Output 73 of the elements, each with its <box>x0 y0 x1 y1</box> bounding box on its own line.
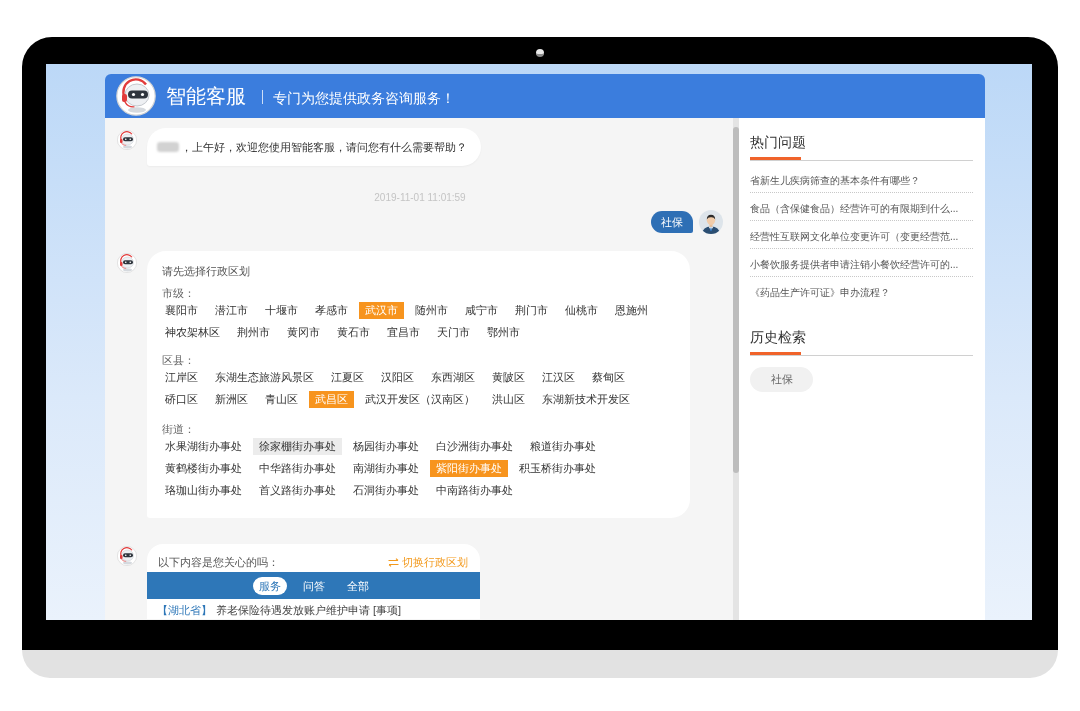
region-tag-link[interactable]: 【湖北省】 <box>157 603 212 617</box>
region-option[interactable]: 石洞街办事处 <box>347 481 425 499</box>
region-option[interactable]: 襄阳市 <box>159 301 204 319</box>
region-option[interactable]: 积玉桥街办事处 <box>513 459 602 477</box>
region-option[interactable]: 洪山区 <box>486 390 531 408</box>
region-level-label: 区县： <box>162 354 195 366</box>
region-option[interactable]: 荆州市 <box>231 323 276 341</box>
region-option[interactable]: 中南路街办事处 <box>430 481 519 499</box>
region-option[interactable]: 江夏区 <box>325 368 370 386</box>
user-avatar-icon <box>699 210 723 234</box>
region-option[interactable]: 汉阳区 <box>375 368 420 386</box>
region-option[interactable]: 南湖街办事处 <box>347 459 425 477</box>
region-option[interactable]: 首义路街办事处 <box>253 481 342 499</box>
region-option[interactable]: 恩施州 <box>609 301 654 319</box>
robot-logo-icon <box>116 76 156 116</box>
region-option[interactable]: 蔡甸区 <box>586 368 631 386</box>
region-option[interactable]: 青山区 <box>259 390 304 408</box>
hot-question-link[interactable]: 《药品生产许可证》申办流程？ <box>750 277 973 304</box>
app-subtitle: 专门为您提供政务咨询服务！ <box>273 88 455 107</box>
section-title: 热门问题 <box>750 133 806 152</box>
region-prompt-text: 请先选择行政区划 <box>162 264 250 279</box>
region-option[interactable]: 黄鹤楼街办事处 <box>159 459 248 477</box>
hot-question-link[interactable]: 食品（含保健食品）经营许可的有限期到什么... <box>750 193 973 220</box>
hot-question-link[interactable]: 经营性互联网文化单位变更许可（变更经营范... <box>750 221 973 248</box>
greeting-text: ，上午好，欢迎您使用智能客服，请问您有什么需要帮助？ <box>181 140 467 155</box>
region-option[interactable]: 江岸区 <box>159 368 204 386</box>
region-option[interactable]: 鄂州市 <box>481 323 526 341</box>
region-option[interactable]: 宜昌市 <box>381 323 426 341</box>
robot-avatar-icon <box>117 130 137 150</box>
scrollbar-thumb[interactable] <box>733 127 739 473</box>
category-tab[interactable]: 服务 <box>252 576 287 595</box>
category-tab[interactable]: 问答 <box>296 576 331 595</box>
section-title: 历史检索 <box>750 328 806 347</box>
user-message: 社保 <box>651 211 693 233</box>
suggestion-link[interactable]: 养老保险待遇发放账户维护申请 [事项] <box>216 603 402 617</box>
region-option[interactable]: 东西湖区 <box>425 368 481 386</box>
region-option[interactable]: 粮道街办事处 <box>524 437 602 455</box>
region-option[interactable]: 咸宁市 <box>459 301 504 319</box>
suggestion-prompt-text: 以下内容是您关心的吗： <box>158 555 279 570</box>
hot-question-link[interactable]: 省新生儿疾病筛查的基本条件有哪些？ <box>750 165 973 192</box>
region-option[interactable]: 东湖新技术开发区 <box>536 390 636 408</box>
hot-question-link[interactable]: 小餐饮服务提供者申请注销小餐饮经营许可的... <box>750 249 973 276</box>
region-option[interactable]: 黄石市 <box>331 323 376 341</box>
region-option[interactable]: 天门市 <box>431 323 476 341</box>
region-option[interactable]: 十堰市 <box>259 301 304 319</box>
region-option[interactable]: 珞珈山街办事处 <box>159 481 248 499</box>
swap-arrows-icon <box>388 557 399 567</box>
region-level-label: 市级： <box>162 287 195 299</box>
region-option[interactable]: 潜江市 <box>209 301 254 319</box>
history-chip[interactable]: 社保 <box>750 367 813 392</box>
region-option[interactable]: 黄陂区 <box>486 368 531 386</box>
robot-avatar-icon <box>117 253 137 273</box>
region-option[interactable]: 白沙洲街办事处 <box>430 437 519 455</box>
app-title: 智能客服 <box>166 84 246 108</box>
region-option[interactable]: 孝感市 <box>309 301 354 319</box>
region-option[interactable]: 随州市 <box>409 301 454 319</box>
region-option[interactable]: 武汉开发区（汉南区） <box>359 390 481 408</box>
region-option[interactable]: 硚口区 <box>159 390 204 408</box>
region-option[interactable]: 神农架林区 <box>159 323 226 341</box>
region-option[interactable]: 荆门市 <box>509 301 554 319</box>
region-option[interactable]: 仙桃市 <box>559 301 604 319</box>
robot-avatar-icon <box>117 546 137 566</box>
region-option[interactable]: 黄冈市 <box>281 323 326 341</box>
region-option[interactable]: 江汉区 <box>536 368 581 386</box>
region-option[interactable]: 新洲区 <box>209 390 254 408</box>
camera-dot-icon <box>536 49 544 57</box>
region-option[interactable]: 东湖生态旅游风景区 <box>209 368 320 386</box>
category-tab[interactable]: 全部 <box>340 576 375 595</box>
region-option[interactable]: 徐家棚街办事处 <box>253 437 342 455</box>
region-option[interactable]: 中华路街办事处 <box>253 459 342 477</box>
region-option[interactable]: 杨园街办事处 <box>347 437 425 455</box>
region-level-label: 街道： <box>162 423 195 435</box>
region-option[interactable]: 水果湖街办事处 <box>159 437 248 455</box>
